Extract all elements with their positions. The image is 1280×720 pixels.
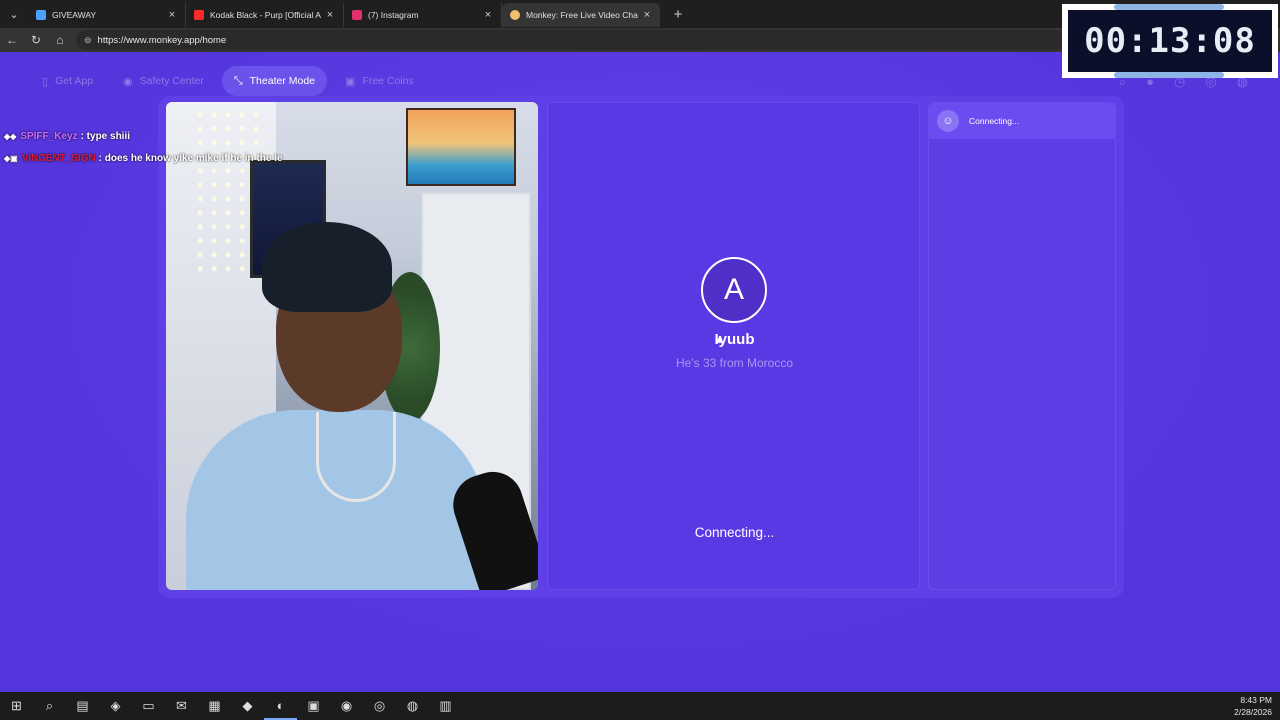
nav-get-app-label: Get App	[55, 75, 94, 87]
partner-name: Iyuub	[714, 331, 755, 348]
url-text: https://www.monkey.app/home	[97, 34, 227, 46]
obs-icon[interactable]: ◎	[363, 692, 396, 720]
phone-icon: ▯	[42, 75, 49, 88]
windows-taskbar: ⊞ ⌕ ▤ ◈ ▭ ✉ ▦ ◆ ◐ ▣ ◉ ◎ ◍ ▥ 8:43 PM 2/28…	[0, 692, 1280, 720]
tab-instagram[interactable]: (7) Instagram ×	[344, 3, 502, 27]
chat-badge-icon: ◆▣	[4, 154, 18, 163]
youtube-favicon-icon	[194, 10, 204, 20]
back-arrow-icon[interactable]: ←	[0, 28, 24, 52]
nav-free-coins[interactable]: ▣ Free Coins	[333, 66, 426, 96]
nav-safety-center-label: Safety Center	[139, 75, 204, 87]
chat-username: VINCENT_SIGN	[21, 153, 96, 164]
copilot-icon[interactable]: ◈	[99, 692, 132, 720]
partner-video-panel: A Iyuub ▴ He's 33 from Morocco Connectin…	[547, 102, 920, 590]
tab-close-icon[interactable]: ×	[167, 9, 177, 21]
self-video-feed	[166, 102, 538, 590]
app-icon[interactable]: ▥	[429, 692, 462, 720]
system-clock[interactable]: 8:43 PM 2/28/2026	[1234, 694, 1272, 718]
task-view-icon[interactable]: ▤	[66, 692, 99, 720]
instagram-favicon-icon	[352, 10, 362, 20]
clock-date: 2/28/2026	[1234, 707, 1272, 717]
clock-time: 8:43 PM	[1240, 695, 1272, 705]
monkey-icon: ☺	[937, 110, 959, 132]
home-icon[interactable]: ⌂	[48, 28, 72, 52]
tab-giveaway[interactable]: GIVEAWAY ×	[28, 3, 186, 27]
nav-theater-mode-label: Theater Mode	[249, 75, 316, 87]
stream-timer: 00:13:08	[1062, 4, 1278, 78]
tab-list-chevron-icon[interactable]: ⌄	[0, 0, 28, 28]
connection-status: Connecting...	[694, 525, 775, 540]
side-chat-panel: ☺ Connecting...	[928, 102, 1116, 590]
url-field[interactable]: ⊜ https://www.monkey.app/home	[76, 30, 1066, 50]
file-explorer-icon[interactable]: ▭	[132, 692, 165, 720]
refresh-icon[interactable]: ↻	[24, 28, 48, 52]
chat-username: SPIFF_Keyz	[20, 131, 78, 142]
tab-title: Kodak Black - Purp [Official Audio]	[210, 10, 321, 20]
partner-info: He's 33 from Morocco	[676, 356, 793, 370]
side-panel-status: Connecting...	[969, 116, 1020, 126]
tab-close-icon[interactable]: ×	[483, 9, 493, 21]
stream-chat-overlay: ◆◆ SPIFF_Keyz : type shiii ◆▣ VINCENT_SI…	[4, 126, 283, 170]
new-tab-plus-icon[interactable]: +	[666, 2, 690, 26]
side-panel-header: ☺ Connecting...	[929, 103, 1115, 139]
chat-text: : does he know yike mike if he in the ie	[98, 153, 283, 164]
nav-free-coins-label: Free Coins	[362, 75, 414, 87]
site-info-icon[interactable]: ⊜	[84, 35, 92, 46]
monkey-favicon-icon	[510, 10, 520, 20]
edge-browser-icon[interactable]: ◐	[264, 692, 297, 720]
search-icon[interactable]: ⌕	[33, 692, 66, 720]
tab-favicon-icon	[36, 10, 46, 20]
video-person	[166, 222, 538, 590]
gift-icon: ▣	[345, 75, 356, 88]
mouse-cursor-icon: ▴	[716, 331, 723, 346]
discord-icon[interactable]: ◍	[396, 692, 429, 720]
app-icon[interactable]: ◆	[231, 692, 264, 720]
store-icon[interactable]: ▦	[198, 692, 231, 720]
app-icon[interactable]: ▣	[297, 692, 330, 720]
chat-message: ◆▣ VINCENT_SIGN : does he know yike mike…	[4, 148, 283, 170]
video-poster	[406, 108, 516, 186]
outlook-icon[interactable]: ✉	[165, 692, 198, 720]
person-chain	[316, 412, 396, 502]
timer-accent-bottom	[1114, 72, 1224, 78]
tab-kodak-black[interactable]: Kodak Black - Purp [Official Audio] ×	[186, 3, 344, 27]
tab-title: Monkey: Free Live Video Chat	[526, 10, 638, 20]
windows-start-icon[interactable]: ⊞	[0, 692, 33, 720]
shield-icon: ◉	[123, 75, 133, 88]
steam-icon[interactable]: ◉	[330, 692, 363, 720]
tab-monkey[interactable]: Monkey: Free Live Video Chat ×	[502, 3, 660, 27]
timer-display: 00:13:08	[1068, 10, 1272, 72]
nav-get-app[interactable]: ▯ Get App	[30, 66, 105, 96]
nav-theater-mode[interactable]: ⤡ Theater Mode	[221, 66, 328, 96]
tab-close-icon[interactable]: ×	[325, 9, 335, 21]
tab-close-icon[interactable]: ×	[642, 9, 652, 21]
tab-title: GIVEAWAY	[52, 10, 97, 20]
chat-message: ◆◆ SPIFF_Keyz : type shiii	[4, 126, 283, 148]
chat-text: : type shiii	[80, 131, 131, 142]
person-cap	[262, 222, 392, 312]
chat-badge-icon: ◆◆	[4, 132, 17, 141]
top-nav: ▯ Get App ◉ Safety Center ⤡ Theater Mode…	[30, 66, 426, 96]
expand-icon: ⤡	[233, 74, 243, 87]
timer-accent-top	[1114, 4, 1224, 10]
tab-title: (7) Instagram	[368, 10, 419, 20]
nav-safety-center[interactable]: ◉ Safety Center	[111, 66, 216, 96]
partner-avatar: A	[701, 257, 767, 323]
